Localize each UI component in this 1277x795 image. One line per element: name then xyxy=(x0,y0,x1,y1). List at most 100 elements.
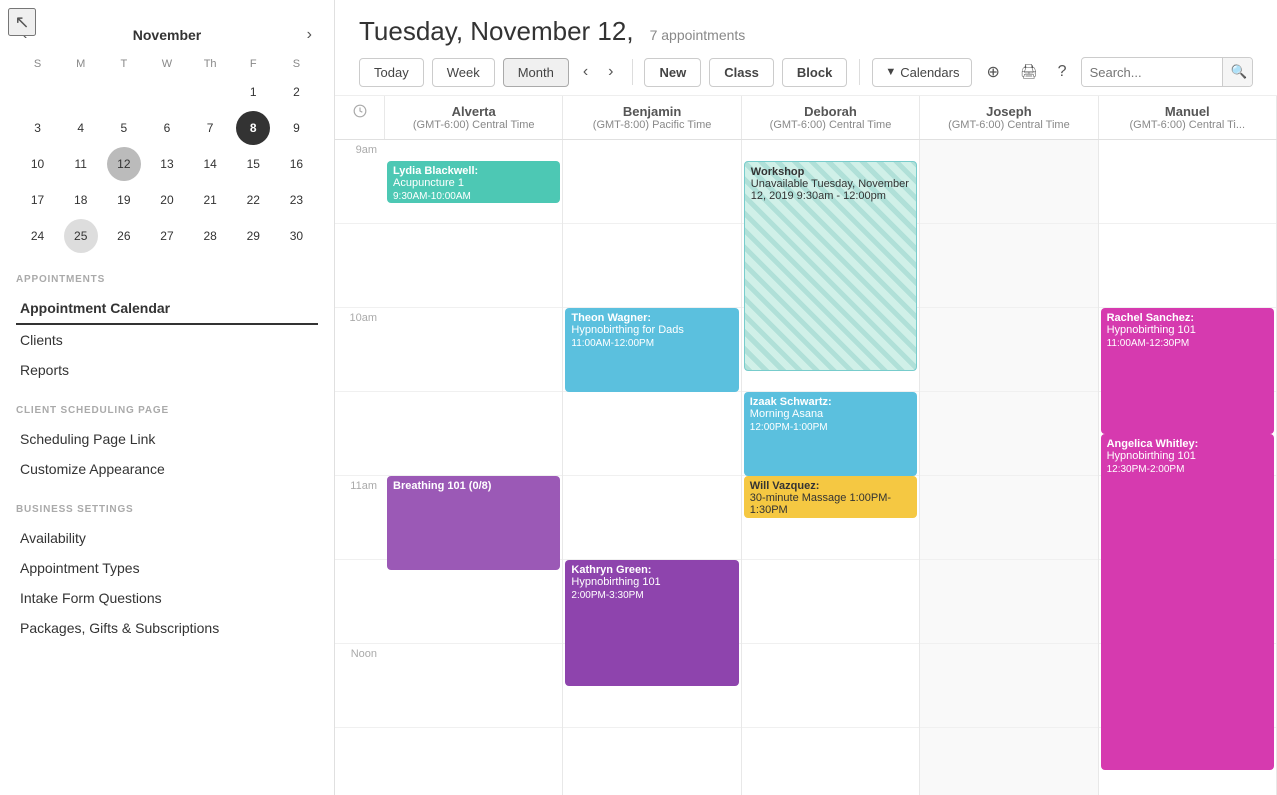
sidebar-item-scheduling-page-link[interactable]: Scheduling Page Link xyxy=(16,424,318,454)
sidebar-item-appointment-types[interactable]: Appointment Types xyxy=(16,553,318,583)
sidebar-item-customize-appearance[interactable]: Customize Appearance xyxy=(16,454,318,484)
alverta-slot-3[interactable] xyxy=(385,308,562,392)
cal-day-9[interactable]: 9 xyxy=(279,111,313,145)
cal-day-28[interactable]: 28 xyxy=(193,219,227,253)
appt-time-kathryn: 2:00PM-3:30PM xyxy=(571,590,732,601)
alverta-slot-6[interactable] xyxy=(385,560,562,644)
alverta-slot-7[interactable] xyxy=(385,644,562,728)
alverta-slot-8[interactable] xyxy=(385,728,562,795)
benjamin-slot-4[interactable] xyxy=(563,392,740,476)
cal-day-1[interactable]: 1 xyxy=(236,75,270,109)
cal-day-15[interactable]: 15 xyxy=(236,147,270,181)
joseph-slot-2[interactable] xyxy=(920,224,1097,308)
cal-day-4[interactable]: 4 xyxy=(64,111,98,145)
prev-button[interactable]: ‹ xyxy=(577,59,594,85)
cal-day-17[interactable]: 17 xyxy=(21,183,55,217)
cal-day-22[interactable]: 22 xyxy=(236,183,270,217)
cal-day-8[interactable]: 8 xyxy=(236,111,270,145)
deborah-slot-6[interactable] xyxy=(742,560,919,644)
cal-day-7[interactable]: 7 xyxy=(193,111,227,145)
manuel-slot-1[interactable] xyxy=(1099,140,1276,224)
joseph-slot-8[interactable] xyxy=(920,728,1097,795)
cal-day-24[interactable]: 24 xyxy=(21,219,55,253)
cal-day-6[interactable]: 6 xyxy=(150,111,184,145)
cal-day-29[interactable]: 29 xyxy=(236,219,270,253)
appt-will-vazquez[interactable]: Will Vazquez: 30-minute Massage 1:00PM-1… xyxy=(744,476,917,518)
search-wrapper: 🔍 xyxy=(1081,57,1253,87)
appt-theon-wagner[interactable]: Theon Wagner: Hypnobirthing for Dads 11:… xyxy=(565,308,738,392)
appt-name-theon: Theon Wagner: xyxy=(571,312,732,324)
col-manuel: Rachel Sanchez: Hypnobirthing 101 11:00A… xyxy=(1099,140,1277,795)
appt-title-theon: Hypnobirthing for Dads xyxy=(571,324,732,336)
sidebar-item-appointment-calendar[interactable]: Appointment Calendar xyxy=(16,293,318,325)
sidebar-item-availability[interactable]: Availability xyxy=(16,523,318,553)
deborah-slot-7[interactable] xyxy=(742,644,919,728)
new-button[interactable]: New xyxy=(644,58,701,87)
benjamin-slot-2[interactable] xyxy=(563,224,740,308)
manuel-slot-2[interactable] xyxy=(1099,224,1276,308)
cal-day-26[interactable]: 26 xyxy=(107,219,141,253)
cal-day-5[interactable]: 5 xyxy=(107,111,141,145)
cal-day-3[interactable]: 3 xyxy=(21,111,55,145)
mini-cal-next[interactable]: › xyxy=(301,24,318,46)
cal-day-13[interactable]: 13 xyxy=(150,147,184,181)
appt-time-lydia: 9:30AM-10:00AM xyxy=(393,191,554,202)
joseph-slot-4[interactable] xyxy=(920,392,1097,476)
print-icon: 🖨 xyxy=(1020,63,1038,79)
sidebar-item-reports[interactable]: Reports xyxy=(16,355,318,385)
deborah-slot-8[interactable] xyxy=(742,728,919,795)
zoom-icon: ⊕ xyxy=(986,64,999,81)
zoom-button[interactable]: ⊕ xyxy=(980,58,1005,86)
joseph-slot-5[interactable] xyxy=(920,476,1097,560)
sidebar-item-packages-gifts-subscriptions[interactable]: Packages, Gifts & Subscriptions xyxy=(16,613,318,643)
provider-tz-benjamin: (GMT-8:00) Pacific Time xyxy=(569,119,734,131)
joseph-slot-7[interactable] xyxy=(920,644,1097,728)
cal-day-25[interactable]: 25 xyxy=(64,219,98,253)
joseph-slot-3[interactable] xyxy=(920,308,1097,392)
back-button[interactable]: ↖ xyxy=(8,8,36,36)
search-button[interactable]: 🔍 xyxy=(1222,58,1253,86)
cal-day-30[interactable]: 30 xyxy=(279,219,313,253)
cal-day-12[interactable]: 12 xyxy=(107,147,141,181)
calendars-button[interactable]: ▼ Calendars xyxy=(872,58,972,87)
cal-day-19[interactable]: 19 xyxy=(107,183,141,217)
cal-day-20[interactable]: 20 xyxy=(150,183,184,217)
cal-day-11[interactable]: 11 xyxy=(64,147,98,181)
sidebar-item-intake-form-questions[interactable]: Intake Form Questions xyxy=(16,583,318,613)
cal-day-27[interactable]: 27 xyxy=(150,219,184,253)
cal-day-18[interactable]: 18 xyxy=(64,183,98,217)
joseph-slot-6[interactable] xyxy=(920,560,1097,644)
month-button[interactable]: Month xyxy=(503,58,569,87)
block-button[interactable]: Block xyxy=(782,58,847,87)
week-button[interactable]: Week xyxy=(432,58,495,87)
joseph-slot-1[interactable] xyxy=(920,140,1097,224)
benjamin-slot-1[interactable] xyxy=(563,140,740,224)
next-button[interactable]: › xyxy=(602,59,619,85)
help-button[interactable]: ? xyxy=(1052,59,1073,85)
calendar-container: Alverta (GMT-6:00) Central Time Benjamin… xyxy=(335,96,1277,795)
benjamin-slot-8[interactable] xyxy=(563,728,740,795)
search-input[interactable] xyxy=(1082,59,1222,86)
print-button[interactable]: 🖨 xyxy=(1014,59,1044,85)
appt-rachel-sanchez[interactable]: Rachel Sanchez: Hypnobirthing 101 11:00A… xyxy=(1101,308,1274,434)
dow-s2: S xyxy=(275,54,318,74)
cal-day-23[interactable]: 23 xyxy=(279,183,313,217)
appt-angelica-whitley[interactable]: Angelica Whitley: Hypnobirthing 101 12:3… xyxy=(1101,434,1274,770)
cal-day-21[interactable]: 21 xyxy=(193,183,227,217)
class-button[interactable]: Class xyxy=(709,58,774,87)
benjamin-slot-5[interactable] xyxy=(563,476,740,560)
cal-day-2[interactable]: 2 xyxy=(279,75,313,109)
col-benjamin: Theon Wagner: Hypnobirthing for Dads 11:… xyxy=(563,140,741,795)
alverta-slot-2[interactable] xyxy=(385,224,562,308)
alverta-slot-4[interactable] xyxy=(385,392,562,476)
today-button[interactable]: Today xyxy=(359,58,424,87)
cal-day-16[interactable]: 16 xyxy=(279,147,313,181)
sidebar-item-clients[interactable]: Clients xyxy=(16,325,318,355)
appt-izaak-schwartz[interactable]: Izaak Schwartz: Morning Asana 12:00PM-1:… xyxy=(744,392,917,476)
appt-lydia-blackwell[interactable]: Lydia Blackwell: Acupuncture 1 9:30AM-10… xyxy=(387,161,560,203)
appt-kathryn-green[interactable]: Kathryn Green: Hypnobirthing 101 2:00PM-… xyxy=(565,560,738,686)
appt-breathing-101[interactable]: Breathing 101 (0/8) xyxy=(387,476,560,570)
cal-day-10[interactable]: 10 xyxy=(21,147,55,181)
appt-workshop-deborah[interactable]: Workshop Unavailable Tuesday, November 1… xyxy=(744,161,917,371)
cal-day-14[interactable]: 14 xyxy=(193,147,227,181)
